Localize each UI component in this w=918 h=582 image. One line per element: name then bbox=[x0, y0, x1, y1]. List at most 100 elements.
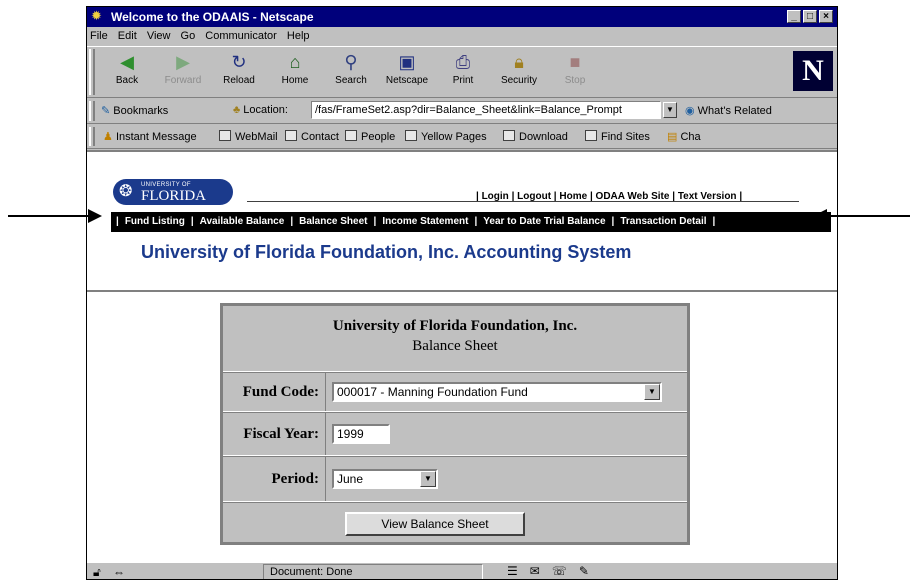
whats-related-button[interactable]: ◉ What's Related bbox=[685, 104, 772, 117]
menu-file[interactable]: File bbox=[90, 30, 108, 42]
form-subheading: Balance Sheet bbox=[412, 338, 498, 354]
nav-income-statement[interactable]: Income Statement bbox=[382, 216, 468, 227]
people-label: People bbox=[361, 131, 396, 143]
find-sites-button[interactable]: Find Sites bbox=[585, 130, 650, 143]
home-label: Home bbox=[281, 75, 309, 86]
reload-label: Reload bbox=[223, 75, 255, 86]
view-balance-sheet-button[interactable]: View Balance Sheet bbox=[345, 512, 525, 536]
stop-icon: ■ bbox=[569, 52, 581, 72]
maximize-button[interactable]: □ bbox=[803, 10, 817, 23]
site-header: ❂ UNIVERSITY OF FLORIDA | Login | Logout… bbox=[104, 152, 831, 292]
webmail-button[interactable]: WebMail bbox=[219, 130, 278, 143]
forward-arrow-icon: ▶ bbox=[176, 52, 190, 72]
top-links: | Login | Logout | Home | ODAA Web Site … bbox=[476, 191, 743, 202]
odaa-website-link[interactable]: ODAA Web Site bbox=[596, 191, 670, 202]
component-bar-icons[interactable]: ☰✉☏✎ bbox=[507, 564, 601, 578]
navigation-toolbar: ◀ Back ▶ Forward ↻ Reload ⌂ Home ⚲ Searc… bbox=[87, 46, 837, 98]
netscape-label: Netscape bbox=[385, 75, 429, 86]
webmail-label: WebMail bbox=[235, 131, 278, 143]
nav-available-balance[interactable]: Available Balance bbox=[200, 216, 285, 227]
period-value: June bbox=[337, 472, 364, 486]
uf-logo[interactable]: ❂ UNIVERSITY OF FLORIDA bbox=[113, 179, 233, 205]
security-lock-icon[interactable]: 🔓︎ bbox=[93, 565, 101, 579]
menu-help[interactable]: Help bbox=[287, 30, 310, 42]
netscape-button[interactable]: ▣ Netscape bbox=[381, 51, 433, 95]
location-grip[interactable] bbox=[89, 101, 95, 121]
bookmarks-icon: ✎ bbox=[101, 105, 111, 117]
contact-button[interactable]: Contact bbox=[285, 130, 339, 143]
balance-sheet-form: University of Florida Foundation, Inc. B… bbox=[220, 303, 690, 545]
location-label-text: Location: bbox=[243, 104, 288, 116]
home-link[interactable]: Home bbox=[559, 191, 587, 202]
security-button[interactable]: 🔒︎ Security bbox=[493, 51, 545, 95]
download-button[interactable]: Download bbox=[503, 130, 568, 143]
reload-button[interactable]: ↻ Reload bbox=[213, 51, 265, 95]
instant-message-label: Instant Message bbox=[115, 131, 197, 143]
back-button[interactable]: ◀ Back bbox=[101, 51, 153, 95]
personal-grip[interactable] bbox=[89, 127, 95, 146]
menu-view[interactable]: View bbox=[147, 30, 171, 42]
window-controls: _ □ × bbox=[785, 10, 833, 24]
annotation-arrow-right bbox=[813, 209, 910, 223]
back-arrow-icon: ◀ bbox=[120, 52, 134, 72]
period-label: Period: bbox=[223, 457, 326, 501]
url-dropdown-button[interactable]: ▼ bbox=[663, 102, 677, 118]
period-select[interactable]: June ▼ bbox=[332, 469, 438, 489]
print-button[interactable]: ⎙ Print bbox=[437, 51, 489, 95]
status-text: Document: Done bbox=[263, 564, 483, 579]
page-content: ❂ UNIVERSITY OF FLORIDA | Login | Logout… bbox=[87, 150, 837, 562]
toolbar-grip[interactable] bbox=[89, 49, 95, 95]
search-button[interactable]: ⚲ Search bbox=[325, 51, 377, 95]
fund-code-select[interactable]: 000017 - Manning Foundation Fund ▼ bbox=[332, 382, 662, 402]
security-label: Security bbox=[500, 75, 538, 86]
channels-label: Cha bbox=[680, 131, 701, 143]
reload-icon: ↻ bbox=[231, 52, 247, 72]
download-label: Download bbox=[519, 131, 568, 143]
chevron-down-icon[interactable]: ▼ bbox=[420, 471, 436, 487]
nav-transaction-detail[interactable]: Transaction Detail bbox=[620, 216, 706, 227]
logout-link[interactable]: Logout bbox=[517, 191, 551, 202]
yellow-pages-label: Yellow Pages bbox=[421, 131, 487, 143]
menu-go[interactable]: Go bbox=[181, 30, 196, 42]
instant-message-button[interactable]: ♟ Instant Message bbox=[103, 130, 197, 143]
bookmarks-button[interactable]: ✎ Bookmarks bbox=[101, 104, 168, 117]
lock-icon: 🔒︎ bbox=[514, 52, 524, 72]
home-icon: ⌂ bbox=[289, 52, 301, 72]
contact-label: Contact bbox=[301, 131, 339, 143]
menu-edit[interactable]: Edit bbox=[118, 30, 137, 42]
person-icon: ♟ bbox=[103, 131, 113, 143]
channels-button[interactable]: ▤ Cha bbox=[667, 130, 701, 143]
related-icon: ◉ bbox=[685, 105, 695, 117]
forward-label: Forward bbox=[164, 75, 202, 86]
text-version-link[interactable]: Text Version bbox=[678, 191, 737, 202]
minimize-button[interactable]: _ bbox=[787, 10, 801, 23]
form-heading: University of Florida Foundation, Inc. bbox=[332, 318, 578, 334]
period-row: Period: June ▼ bbox=[223, 456, 687, 502]
fiscal-year-input[interactable]: 1999 bbox=[332, 424, 390, 444]
stop-button[interactable]: ■ Stop bbox=[549, 51, 601, 95]
login-link[interactable]: Login bbox=[482, 191, 509, 202]
close-button[interactable]: × bbox=[819, 10, 833, 23]
printer-icon: ⎙ bbox=[455, 52, 471, 72]
bookmark-icon bbox=[345, 130, 357, 141]
nav-balance-sheet[interactable]: Balance Sheet bbox=[299, 216, 367, 227]
netscape-logo[interactable]: N bbox=[793, 51, 833, 91]
people-button[interactable]: People bbox=[345, 130, 395, 143]
bookmark-icon bbox=[219, 130, 231, 141]
connection-icon: ⇔ bbox=[113, 565, 125, 579]
location-icon: ♣ bbox=[233, 104, 241, 116]
yellow-pages-button[interactable]: Yellow Pages bbox=[405, 130, 487, 143]
forward-button[interactable]: ▶ Forward bbox=[157, 51, 209, 95]
netscape-icon: ▣ bbox=[398, 52, 416, 72]
bookmark-icon bbox=[405, 130, 417, 141]
menu-communicator[interactable]: Communicator bbox=[205, 30, 277, 42]
nav-fund-listing[interactable]: Fund Listing bbox=[125, 216, 185, 227]
window-title: Welcome to the ODAAIS - Netscape bbox=[111, 10, 314, 24]
home-button[interactable]: ⌂ Home bbox=[269, 51, 321, 95]
nav-ytd-trial-balance[interactable]: Year to Date Trial Balance bbox=[483, 216, 605, 227]
location-label: ♣ Location: bbox=[233, 104, 288, 116]
chevron-down-icon[interactable]: ▼ bbox=[644, 384, 660, 400]
personal-toolbar: ♟ Instant Message WebMail Contact People… bbox=[87, 125, 837, 149]
url-field[interactable]: /fas/FrameSet2.asp?dir=Balance_Sheet&lin… bbox=[311, 101, 661, 119]
fiscal-year-label: Fiscal Year: bbox=[223, 413, 326, 455]
